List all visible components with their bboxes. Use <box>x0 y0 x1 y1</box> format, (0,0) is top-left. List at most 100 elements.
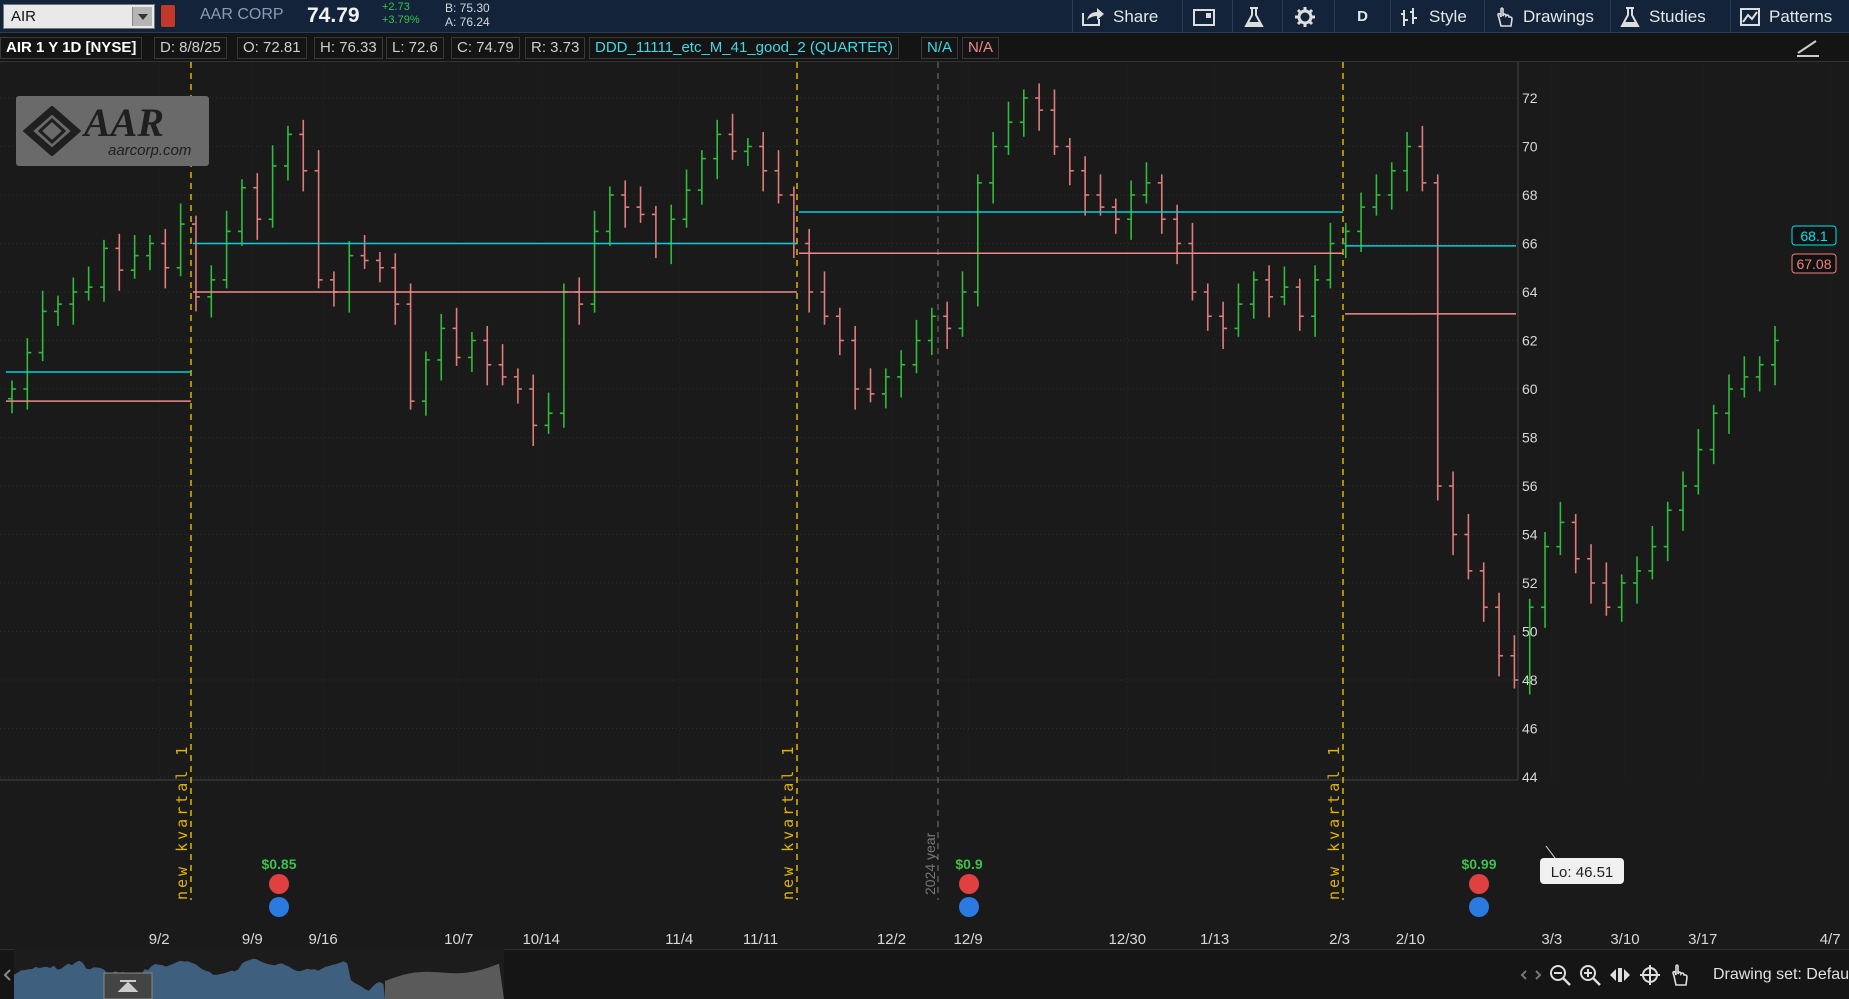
ohlc-bar <box>437 313 446 381</box>
ohlc-bar <box>973 174 982 307</box>
ohlc-bar <box>590 210 599 313</box>
ohlc-bar <box>1571 513 1580 574</box>
bid-value: B: 75.30 <box>445 1 490 15</box>
bar-range: R: 3.73 <box>525 37 586 59</box>
chevron-down-icon[interactable] <box>132 7 152 26</box>
y-tick-label: 56 <box>1522 478 1538 494</box>
crosshair-icon[interactable] <box>1638 963 1662 987</box>
study-name[interactable]: DDD_11111_etc_M_41_good_2 (QUARTER) <box>589 37 899 59</box>
snapshot-button[interactable] <box>1182 0 1232 33</box>
bar-close: C: 74.79 <box>451 37 520 59</box>
pan-horizontal-icon[interactable] <box>1608 963 1632 987</box>
y-tick-label: 60 <box>1522 381 1538 397</box>
aar-logo-icon <box>22 106 82 156</box>
drawing-tool-icon[interactable] <box>1794 36 1822 60</box>
ohlc-bar <box>191 215 200 312</box>
ask-value: A: 76.24 <box>445 15 490 29</box>
zoom-in-icon[interactable] <box>1578 963 1602 987</box>
ohlc-bar <box>391 253 400 325</box>
last-price: 74.79 <box>307 4 360 27</box>
ohlc-bar <box>1019 89 1028 137</box>
ohlc-bar <box>1495 592 1504 677</box>
price-change: +2.73 +3.79% <box>382 1 420 27</box>
ohlc-bar <box>253 173 262 240</box>
price-chart[interactable]: 7270686664626058565452504846449/29/99/16… <box>0 62 1849 949</box>
scroll-left-icon[interactable] <box>1517 968 1531 982</box>
dividend-label: $0.85 <box>261 856 296 872</box>
ohlc-bar <box>1357 192 1366 252</box>
ohlc-bar <box>237 179 246 246</box>
ohlc-bar <box>1541 532 1550 628</box>
bar-high: H: 76.33 <box>314 37 383 59</box>
ohlc-bar <box>805 228 814 313</box>
ohlc-bar <box>483 325 492 386</box>
studies-button[interactable]: Studies <box>1610 0 1730 33</box>
ohlc-bar <box>1127 180 1136 240</box>
bar-open: O: 72.81 <box>237 37 307 59</box>
symbol-selector[interactable]: AIR <box>3 4 155 29</box>
ohlc-bar <box>743 138 752 166</box>
y-tick-label: 58 <box>1522 430 1538 446</box>
ohlc-bar <box>1173 204 1182 265</box>
ohlc-bar <box>1372 174 1381 216</box>
style-button[interactable]: Style <box>1390 0 1484 33</box>
drawing-set-label[interactable]: Drawing set: Defau <box>1713 966 1849 984</box>
ohlc-bar <box>1111 198 1120 234</box>
logo-domain: aarcorp.com <box>108 142 192 159</box>
symbol-input[interactable]: AIR <box>11 8 36 25</box>
ohlc-bar <box>1663 501 1672 562</box>
bar-date: D: 8/8/25 <box>154 37 227 59</box>
ohlc-bar <box>1142 162 1151 204</box>
quarter-label: new kvartal 1 <box>173 744 191 900</box>
ohlc-bar <box>958 271 967 337</box>
patterns-icon <box>1740 7 1760 26</box>
chart-title: AIR 1 Y 1D [NYSE] <box>0 37 143 59</box>
scroll-left-icon[interactable] <box>2 968 12 982</box>
flag-icon[interactable] <box>161 5 175 27</box>
ohlc-bar <box>667 204 676 265</box>
ohlc-bar <box>1203 283 1212 331</box>
y-tick-label: 46 <box>1522 721 1538 737</box>
phone-icon <box>1469 874 1489 894</box>
ohlc-bar <box>835 307 844 356</box>
ohlc-bar <box>268 145 277 228</box>
gear-icon <box>1294 6 1315 27</box>
ohlc-bar <box>1249 271 1258 319</box>
x-tick-label: 3/17 <box>1688 931 1717 948</box>
flask-icon <box>1620 6 1640 27</box>
x-tick-label: 11/11 <box>743 931 778 948</box>
ohlc-bar <box>222 210 231 289</box>
change-value: +2.73 <box>382 1 410 13</box>
x-tick-label: 2/3 <box>1329 931 1350 948</box>
chart-canvas[interactable]: 7270686664626058565452504846449/29/99/16… <box>0 62 1849 949</box>
ohlc-bar <box>774 150 783 204</box>
zoom-out-icon[interactable] <box>1548 963 1572 987</box>
patterns-button[interactable]: Patterns <box>1730 0 1849 33</box>
scroll-right-icon[interactable] <box>1531 968 1545 982</box>
ohlc-bar <box>1633 556 1642 604</box>
ohlc-bar <box>1725 374 1734 434</box>
ohlc-bar <box>728 113 737 160</box>
ohlc-bar <box>1280 266 1289 306</box>
share-button[interactable]: Share <box>1072 0 1182 33</box>
y-tick-label: 62 <box>1522 333 1538 349</box>
ohlc-bar <box>897 350 906 398</box>
settings-button[interactable] <box>1282 0 1334 33</box>
year-label: 2024 year <box>922 832 938 895</box>
phone-icon <box>959 874 979 894</box>
ohlc-bar <box>1433 174 1442 501</box>
ohlc-bar <box>1771 325 1779 386</box>
beaker-button[interactable] <box>1232 0 1282 33</box>
x-tick-label: 3/10 <box>1610 931 1639 948</box>
drawings-button[interactable]: Drawings <box>1484 0 1610 33</box>
ohlc-bar <box>452 307 461 366</box>
ohlc-bar <box>360 235 369 269</box>
time-navigator[interactable] <box>14 946 504 999</box>
period-button[interactable]: D <box>1334 0 1390 33</box>
hand-pointer-icon[interactable] <box>1668 963 1692 987</box>
ohlc-bar <box>713 119 722 180</box>
x-tick-label: 11/4 <box>665 931 693 948</box>
ohlc-bar <box>1188 222 1197 301</box>
y-tick-label: 54 <box>1522 527 1538 543</box>
ohlc-bar <box>1679 471 1688 531</box>
